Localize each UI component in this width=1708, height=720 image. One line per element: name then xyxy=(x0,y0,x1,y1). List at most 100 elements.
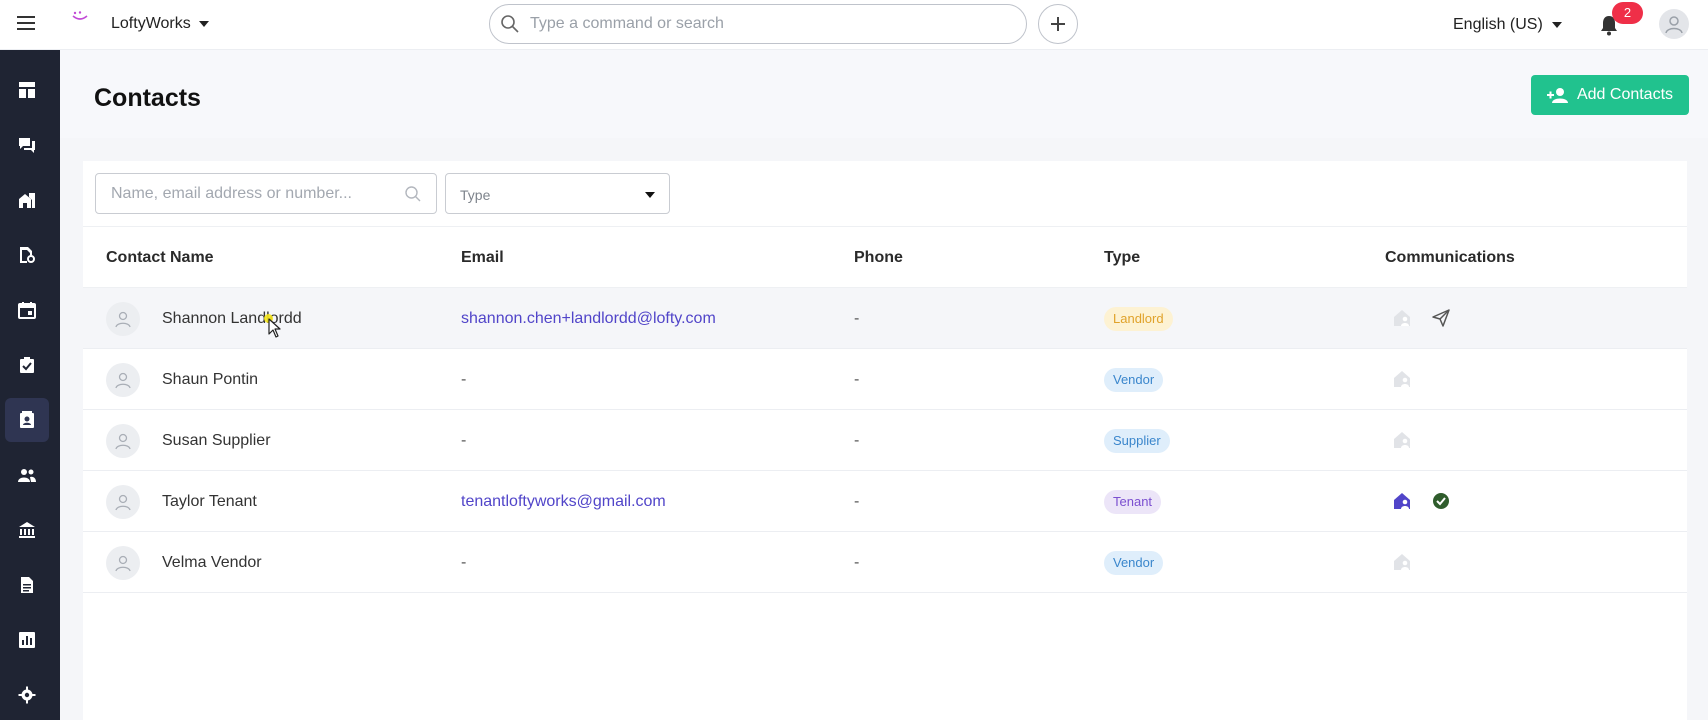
column-communications: Communications xyxy=(1385,249,1515,266)
contact-phone: - xyxy=(854,371,860,388)
table-header: Contact Name Email Phone Type Communicat… xyxy=(83,227,1687,288)
chevron-down-icon xyxy=(645,192,655,198)
settings-icon xyxy=(18,686,36,704)
bank-icon xyxy=(19,522,35,538)
user-icon xyxy=(115,433,131,450)
reports-icon xyxy=(19,632,35,648)
user-icon xyxy=(1665,16,1683,34)
user-icon xyxy=(115,372,131,389)
contacts-icon xyxy=(20,411,34,428)
sidebar-item-settings[interactable] xyxy=(5,673,49,717)
language-label: English (US) xyxy=(1453,16,1543,33)
avatar xyxy=(106,546,140,580)
filter-bar: Type xyxy=(83,161,1687,227)
contacts-card: Type Contact Name Email Phone Type Commu… xyxy=(83,161,1687,720)
portal-house-active-icon xyxy=(1394,493,1410,509)
contact-name[interactable]: Susan Supplier xyxy=(162,432,271,450)
calendar-icon xyxy=(18,302,36,319)
dashboard-icon xyxy=(19,82,35,98)
search-icon xyxy=(501,15,519,33)
table-row[interactable]: Susan Supplier - - Supplier xyxy=(83,410,1687,471)
portal-house-icon xyxy=(1394,432,1410,448)
contact-name[interactable]: Taylor Tenant xyxy=(162,493,257,511)
type-badge: Landlord xyxy=(1104,307,1173,331)
user-avatar[interactable] xyxy=(1659,9,1689,39)
column-phone: Phone xyxy=(854,249,903,266)
command-search-input[interactable] xyxy=(530,15,1010,33)
workspace-switcher[interactable]: LoftyWorks xyxy=(111,15,209,33)
workspace-name: LoftyWorks xyxy=(111,15,191,32)
user-icon xyxy=(115,311,131,328)
chevron-down-icon xyxy=(1551,22,1562,28)
page-title: Contacts xyxy=(94,84,201,112)
contact-search-input[interactable] xyxy=(111,184,401,203)
sidebar-item-contacts[interactable] xyxy=(5,398,49,442)
sidebar-item-messages[interactable] xyxy=(5,123,49,167)
type-badge: Vendor xyxy=(1104,551,1164,575)
contact-search-field[interactable] xyxy=(95,173,437,214)
top-bar: LoftyWorks English (US) 2 xyxy=(0,0,1708,50)
contact-email-link[interactable]: shannon.chen+landlordd@lofty.com xyxy=(461,310,716,328)
contact-email: - xyxy=(461,371,467,388)
logo-icon xyxy=(72,11,88,20)
contact-name[interactable]: Shaun Pontin xyxy=(162,371,258,389)
quick-add-button[interactable] xyxy=(1038,4,1078,44)
page-header: Contacts Add Contacts xyxy=(60,50,1708,138)
type-filter-select[interactable]: Type xyxy=(445,173,670,214)
add-user-icon xyxy=(1546,88,1568,103)
notification-badge: 2 xyxy=(1612,2,1643,24)
messages-icon xyxy=(19,138,35,153)
portal-house-icon xyxy=(1394,310,1410,326)
avatar xyxy=(106,363,140,397)
type-filter-label: Type xyxy=(460,187,491,203)
add-contacts-button[interactable]: Add Contacts xyxy=(1531,75,1689,115)
column-type: Type xyxy=(1104,249,1141,266)
mouse-cursor-icon xyxy=(268,318,281,338)
people-icon xyxy=(18,469,36,482)
check-circle-icon xyxy=(1433,493,1449,509)
type-badge: Vendor xyxy=(1104,368,1164,392)
sidebar-item-people[interactable] xyxy=(5,453,49,497)
avatar xyxy=(106,424,140,458)
contact-email: - xyxy=(461,432,467,449)
contact-email-link[interactable]: tenantloftyworks@gmail.com xyxy=(461,493,666,511)
menu-icon[interactable] xyxy=(17,16,35,30)
contact-phone: - xyxy=(854,554,860,571)
user-icon xyxy=(115,494,131,511)
contact-name[interactable]: Velma Vendor xyxy=(162,554,262,572)
sidebar-item-tasks[interactable] xyxy=(5,343,49,387)
sidebar-item-calendar[interactable] xyxy=(5,288,49,332)
user-icon xyxy=(115,555,131,572)
plus-icon xyxy=(1051,17,1065,31)
sidebar-item-dashboard[interactable] xyxy=(5,68,49,112)
sidebar-item-documents[interactable] xyxy=(5,563,49,607)
sidebar-item-banking[interactable] xyxy=(5,508,49,552)
column-email: Email xyxy=(461,249,504,266)
document-icon xyxy=(21,577,33,593)
table-row[interactable]: Taylor Tenant tenantloftyworks@gmail.com… xyxy=(83,471,1687,532)
type-badge: Tenant xyxy=(1104,490,1162,514)
portal-house-icon xyxy=(1394,554,1410,570)
table-row[interactable]: Shaun Pontin - - Vendor xyxy=(83,349,1687,410)
send-icon[interactable] xyxy=(1431,308,1451,328)
type-badge: Supplier xyxy=(1104,429,1170,453)
sidebar-item-maintenance[interactable] xyxy=(5,233,49,277)
sidebar xyxy=(0,50,60,720)
properties-icon xyxy=(19,193,35,208)
search-icon xyxy=(405,186,421,202)
table-row[interactable]: Velma Vendor - - Vendor xyxy=(83,532,1687,593)
sidebar-item-reports[interactable] xyxy=(5,618,49,662)
maintenance-icon xyxy=(20,247,35,263)
language-selector[interactable]: English (US) xyxy=(1453,16,1562,34)
chevron-down-icon xyxy=(198,21,209,27)
table-row[interactable]: Shannon Landlordd shannon.chen+landlordd… xyxy=(83,288,1687,349)
contact-phone: - xyxy=(854,432,860,449)
column-contact-name: Contact Name xyxy=(106,249,214,266)
avatar xyxy=(106,302,140,336)
contact-phone: - xyxy=(854,493,860,510)
sidebar-item-properties[interactable] xyxy=(5,178,49,222)
command-search[interactable] xyxy=(489,4,1027,44)
contact-phone: - xyxy=(854,310,860,327)
tasks-icon xyxy=(20,357,34,373)
add-contacts-label: Add Contacts xyxy=(1576,86,1674,103)
